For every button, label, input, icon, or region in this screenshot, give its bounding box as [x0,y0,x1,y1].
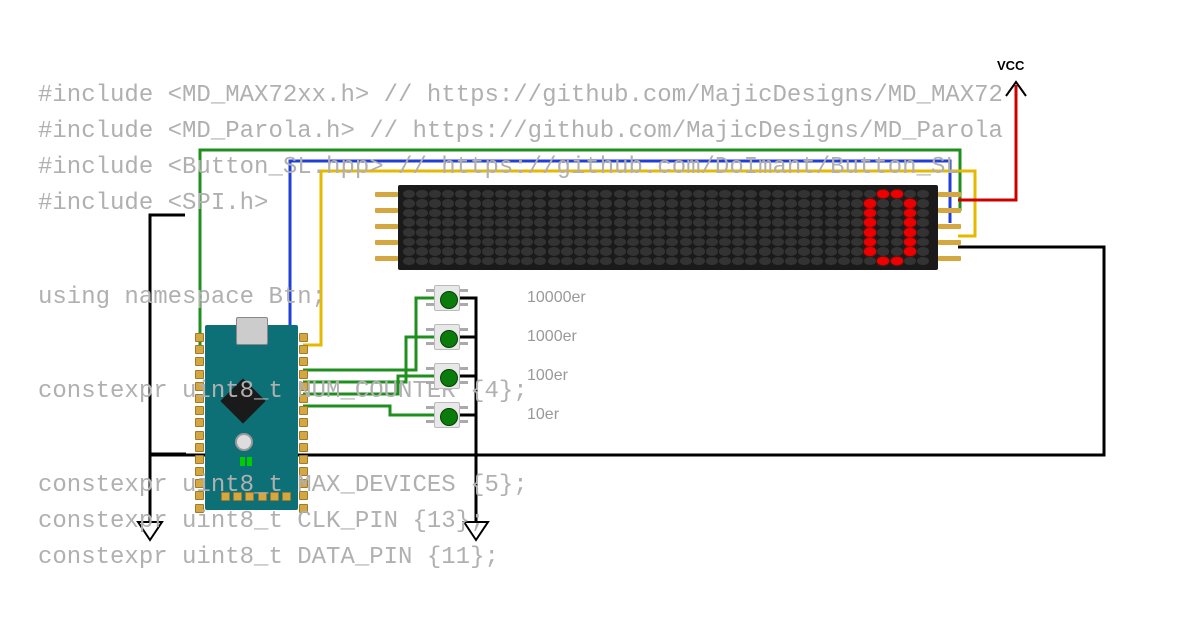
button-label: 1000er [527,328,577,346]
push-button-3 [434,402,460,428]
push-button-pins [426,328,434,345]
push-button-pins [460,328,468,345]
push-button-pins [460,367,468,384]
push-button-pins [426,289,434,306]
push-button-pins [460,406,468,423]
code-line: #include <SPI.h> [38,190,268,217]
push-button-1 [434,324,460,350]
code-line: using namespace Btn; [38,284,326,311]
nano-pin [195,418,204,427]
button-label: 10000er [527,289,586,307]
code-line: #include <MD_Parola.h> // https://github… [38,118,1003,145]
nano-pin [299,455,308,464]
nano-pin [299,345,308,354]
nano-pin [195,357,204,366]
vcc-label: VCC [997,58,1024,73]
matrix-pins-left [375,192,398,261]
nano-pin [299,406,308,415]
wire [303,406,434,415]
matrix-pins-right [938,192,961,261]
matrix-pin [375,240,398,245]
nano-pin [195,406,204,415]
code-line: constexpr uint8_t DATA_PIN {11}; [38,544,499,571]
nano-pin [299,333,308,342]
push-button-0 [434,285,460,311]
code-line: constexpr uint8_t MAX_DEVICES {5}; [38,472,528,499]
nano-pin [299,357,308,366]
push-button-2 [434,363,460,389]
code-line: constexpr uint8_t CLK_PIN {13}; [38,508,484,535]
tx-led [247,457,252,466]
matrix-pin [938,208,961,213]
push-button-pins [426,406,434,423]
nano-pin [299,443,308,452]
matrix-pin [375,224,398,229]
nano-pin [195,345,204,354]
nano-pin [299,431,308,440]
led-matrix [398,185,938,270]
reset-button [235,433,253,451]
matrix-pin [375,256,398,261]
matrix-pin [938,192,961,197]
vcc-arrow [1006,82,1026,96]
matrix-grid [398,185,938,270]
matrix-pin [938,240,961,245]
matrix-pin [375,192,398,197]
push-button-pins [460,289,468,306]
matrix-pin [938,256,961,261]
button-label: 10er [527,406,559,424]
matrix-pin [375,208,398,213]
usb-connector [236,317,268,345]
code-line: #include <MD_MAX72xx.h> // https://githu… [38,82,1003,109]
code-line: #include <Button_SL.hpp> // https://gith… [38,154,960,181]
nano-pin [195,443,204,452]
nano-pin [195,431,204,440]
wire [303,337,434,382]
matrix-pin [938,224,961,229]
button-label: 100er [527,367,568,385]
power-led [240,457,245,466]
nano-pin [195,455,204,464]
nano-pin [299,418,308,427]
push-button-pins [426,367,434,384]
nano-pin [195,333,204,342]
